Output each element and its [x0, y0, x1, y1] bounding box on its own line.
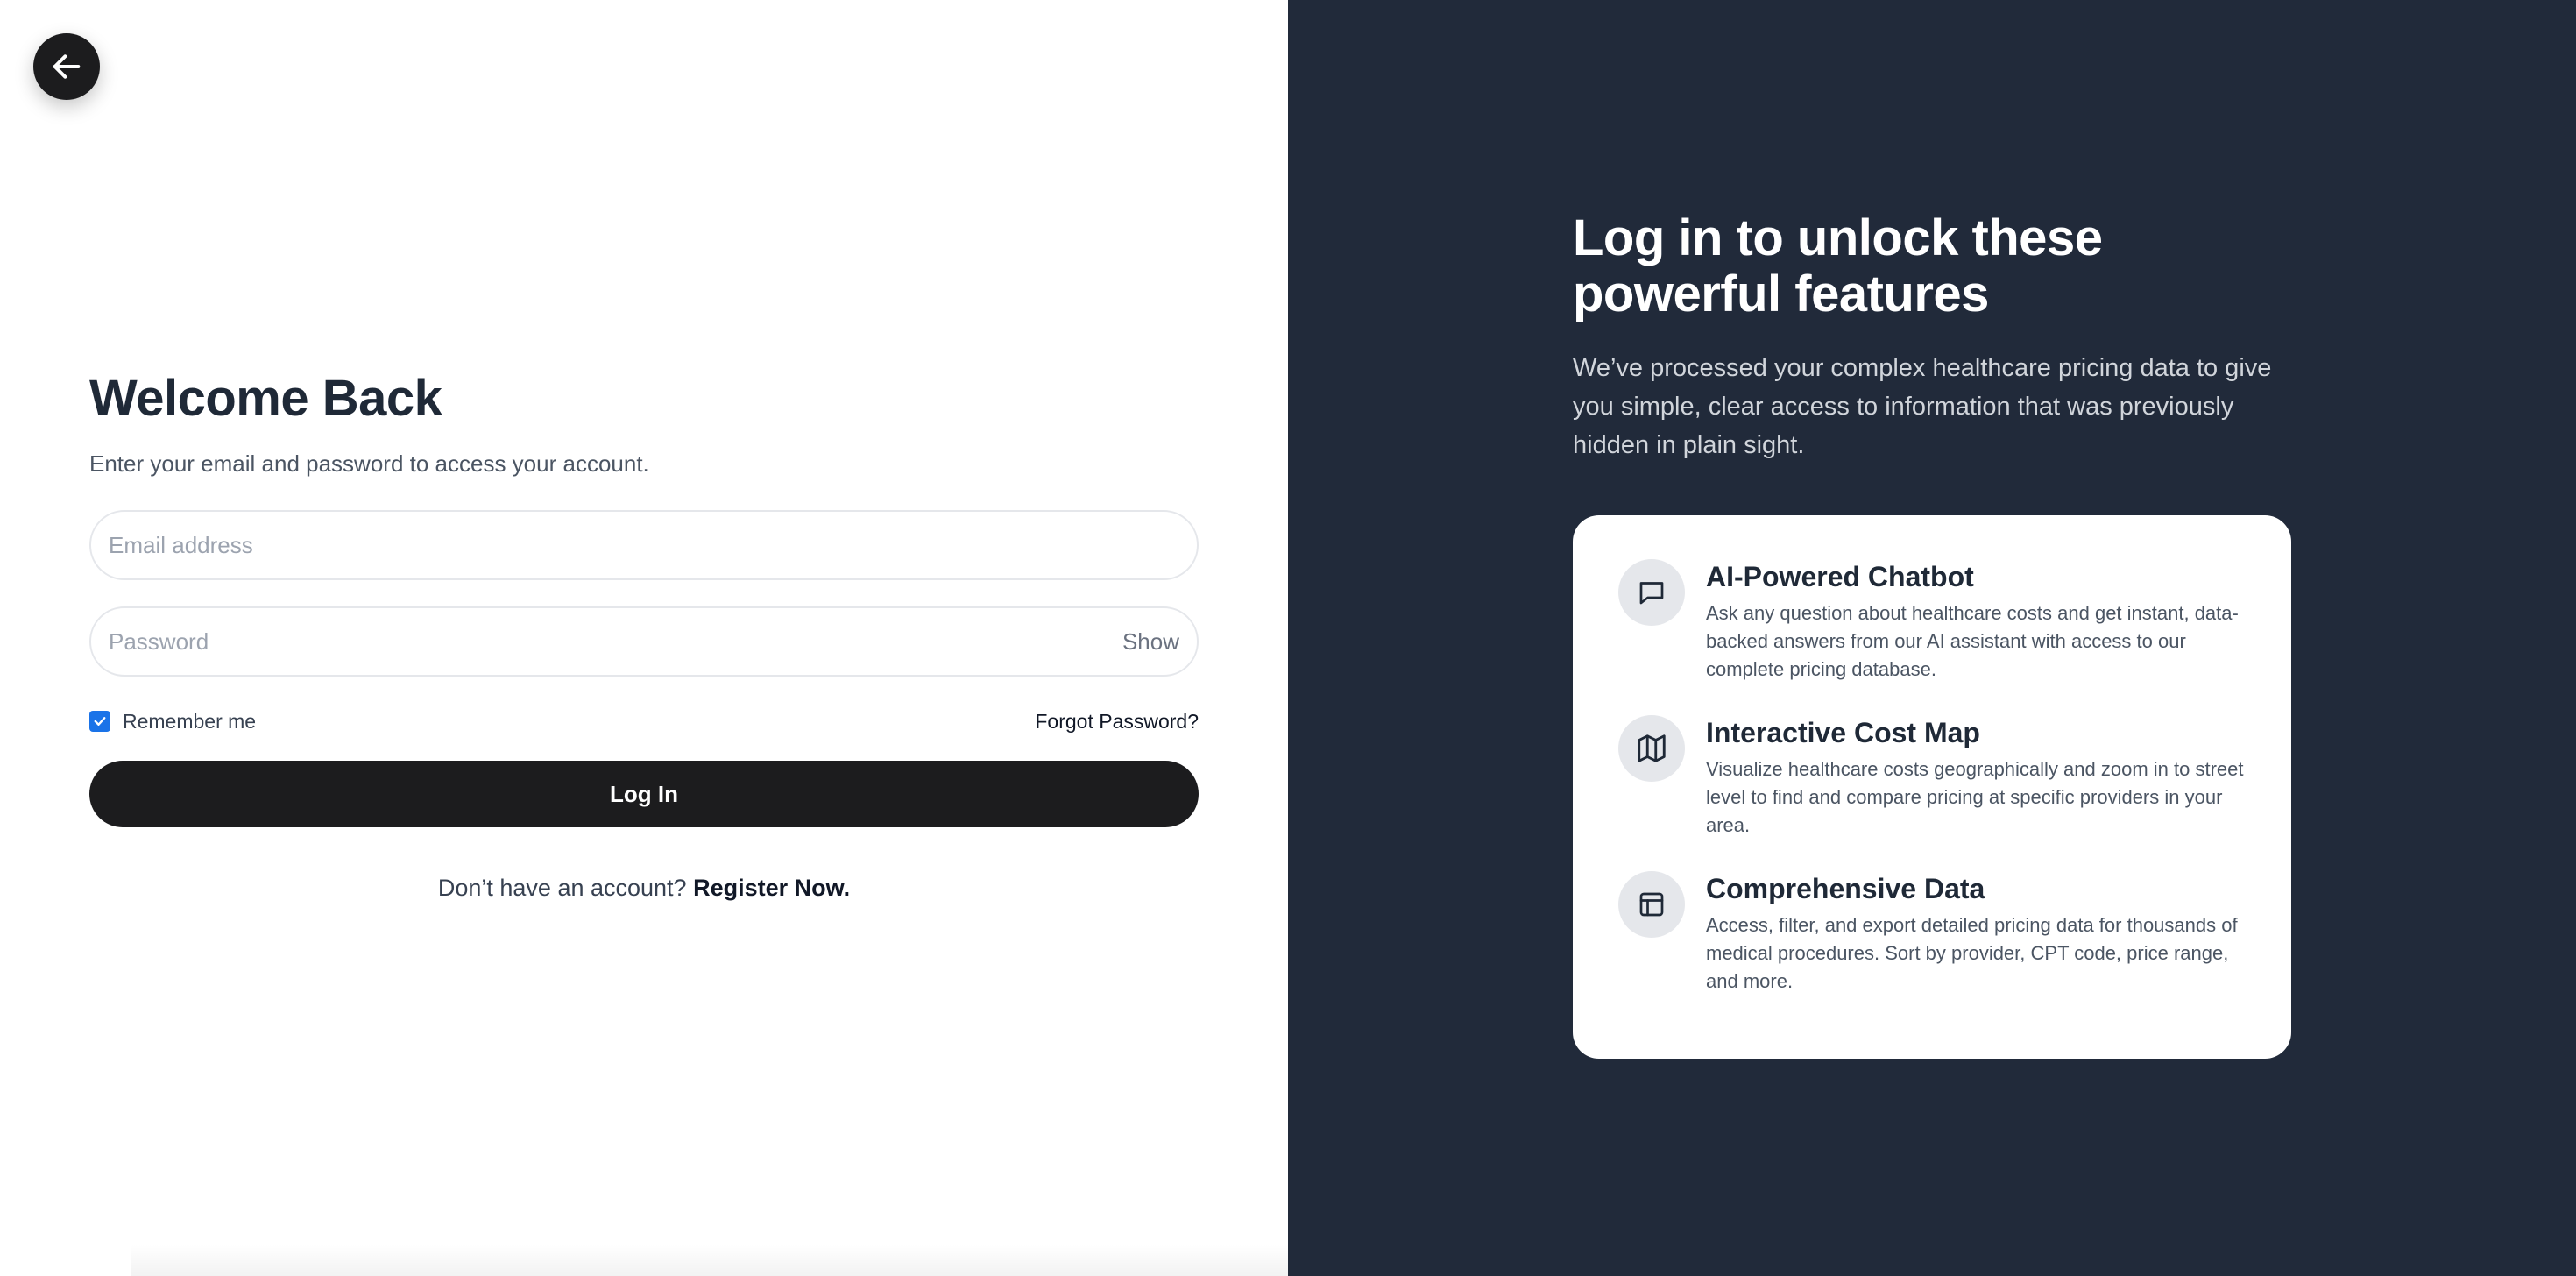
login-options: Remember me Forgot Password? — [89, 706, 1199, 736]
remember-me: Remember me — [89, 710, 256, 734]
feature-title: AI-Powered Chatbot — [1706, 561, 1974, 592]
register-prompt-text: Don’t have an account? — [437, 875, 687, 901]
feature-title: Interactive Cost Map — [1706, 717, 1980, 748]
feature-text: Interactive Cost Map Visualize healthcar… — [1706, 715, 2246, 840]
feature-description: Access, filter, and export detailed pric… — [1706, 914, 2238, 992]
feature-card: AI-Powered Chatbot Ask any question abou… — [1573, 515, 2291, 1059]
feature-description: Ask any question about healthcare costs … — [1706, 602, 2239, 680]
email-field-container — [89, 510, 1199, 580]
feature-title: Comprehensive Data — [1706, 873, 1985, 904]
register-prompt: Don’t have an account? Register Now. — [89, 875, 1199, 902]
checkmark-icon — [94, 717, 106, 726]
register-link[interactable]: Register Now. — [693, 875, 850, 901]
password-field[interactable] — [109, 627, 1122, 656]
show-password-toggle[interactable]: Show — [1122, 628, 1179, 656]
arrow-left-icon — [53, 54, 81, 79]
page-title: Welcome Back — [89, 370, 442, 427]
forgot-password-link[interactable]: Forgot Password? — [1035, 710, 1199, 734]
login-form: Welcome Back Enter your email and passwo… — [89, 368, 1199, 901]
map-icon — [1618, 715, 1685, 782]
features-panel: Log in to unlock these powerful features… — [1288, 0, 2576, 1276]
feature-description: Visualize healthcare costs geographicall… — [1706, 758, 2244, 836]
back-button[interactable] — [33, 33, 100, 100]
remember-me-label[interactable]: Remember me — [123, 710, 256, 734]
chat-bubble-icon — [1618, 559, 1685, 626]
features-intro: Log in to unlock these powerful features… — [1573, 210, 2291, 464]
login-panel: Welcome Back Enter your email and passwo… — [0, 0, 1288, 1276]
password-field-container: Show — [89, 606, 1199, 677]
feature-item: AI-Powered Chatbot Ask any question abou… — [1618, 559, 2246, 684]
email-field[interactable] — [109, 531, 1179, 559]
feature-item: Comprehensive Data Access, filter, and e… — [1618, 871, 2246, 996]
page-subtitle: Enter your email and password to access … — [89, 450, 649, 477]
feature-text: AI-Powered Chatbot Ask any question abou… — [1706, 559, 2246, 684]
feature-item: Interactive Cost Map Visualize healthcar… — [1618, 715, 2246, 840]
bottom-shadow — [131, 1244, 1288, 1276]
remember-me-checkbox[interactable] — [89, 711, 110, 732]
table-icon — [1618, 871, 1685, 938]
login-button[interactable]: Log In — [89, 761, 1199, 827]
features-title: Log in to unlock these powerful features — [1573, 209, 2103, 323]
feature-text: Comprehensive Data Access, filter, and e… — [1706, 871, 2246, 996]
features-description: We’ve processed your complex healthcare … — [1573, 354, 2272, 459]
